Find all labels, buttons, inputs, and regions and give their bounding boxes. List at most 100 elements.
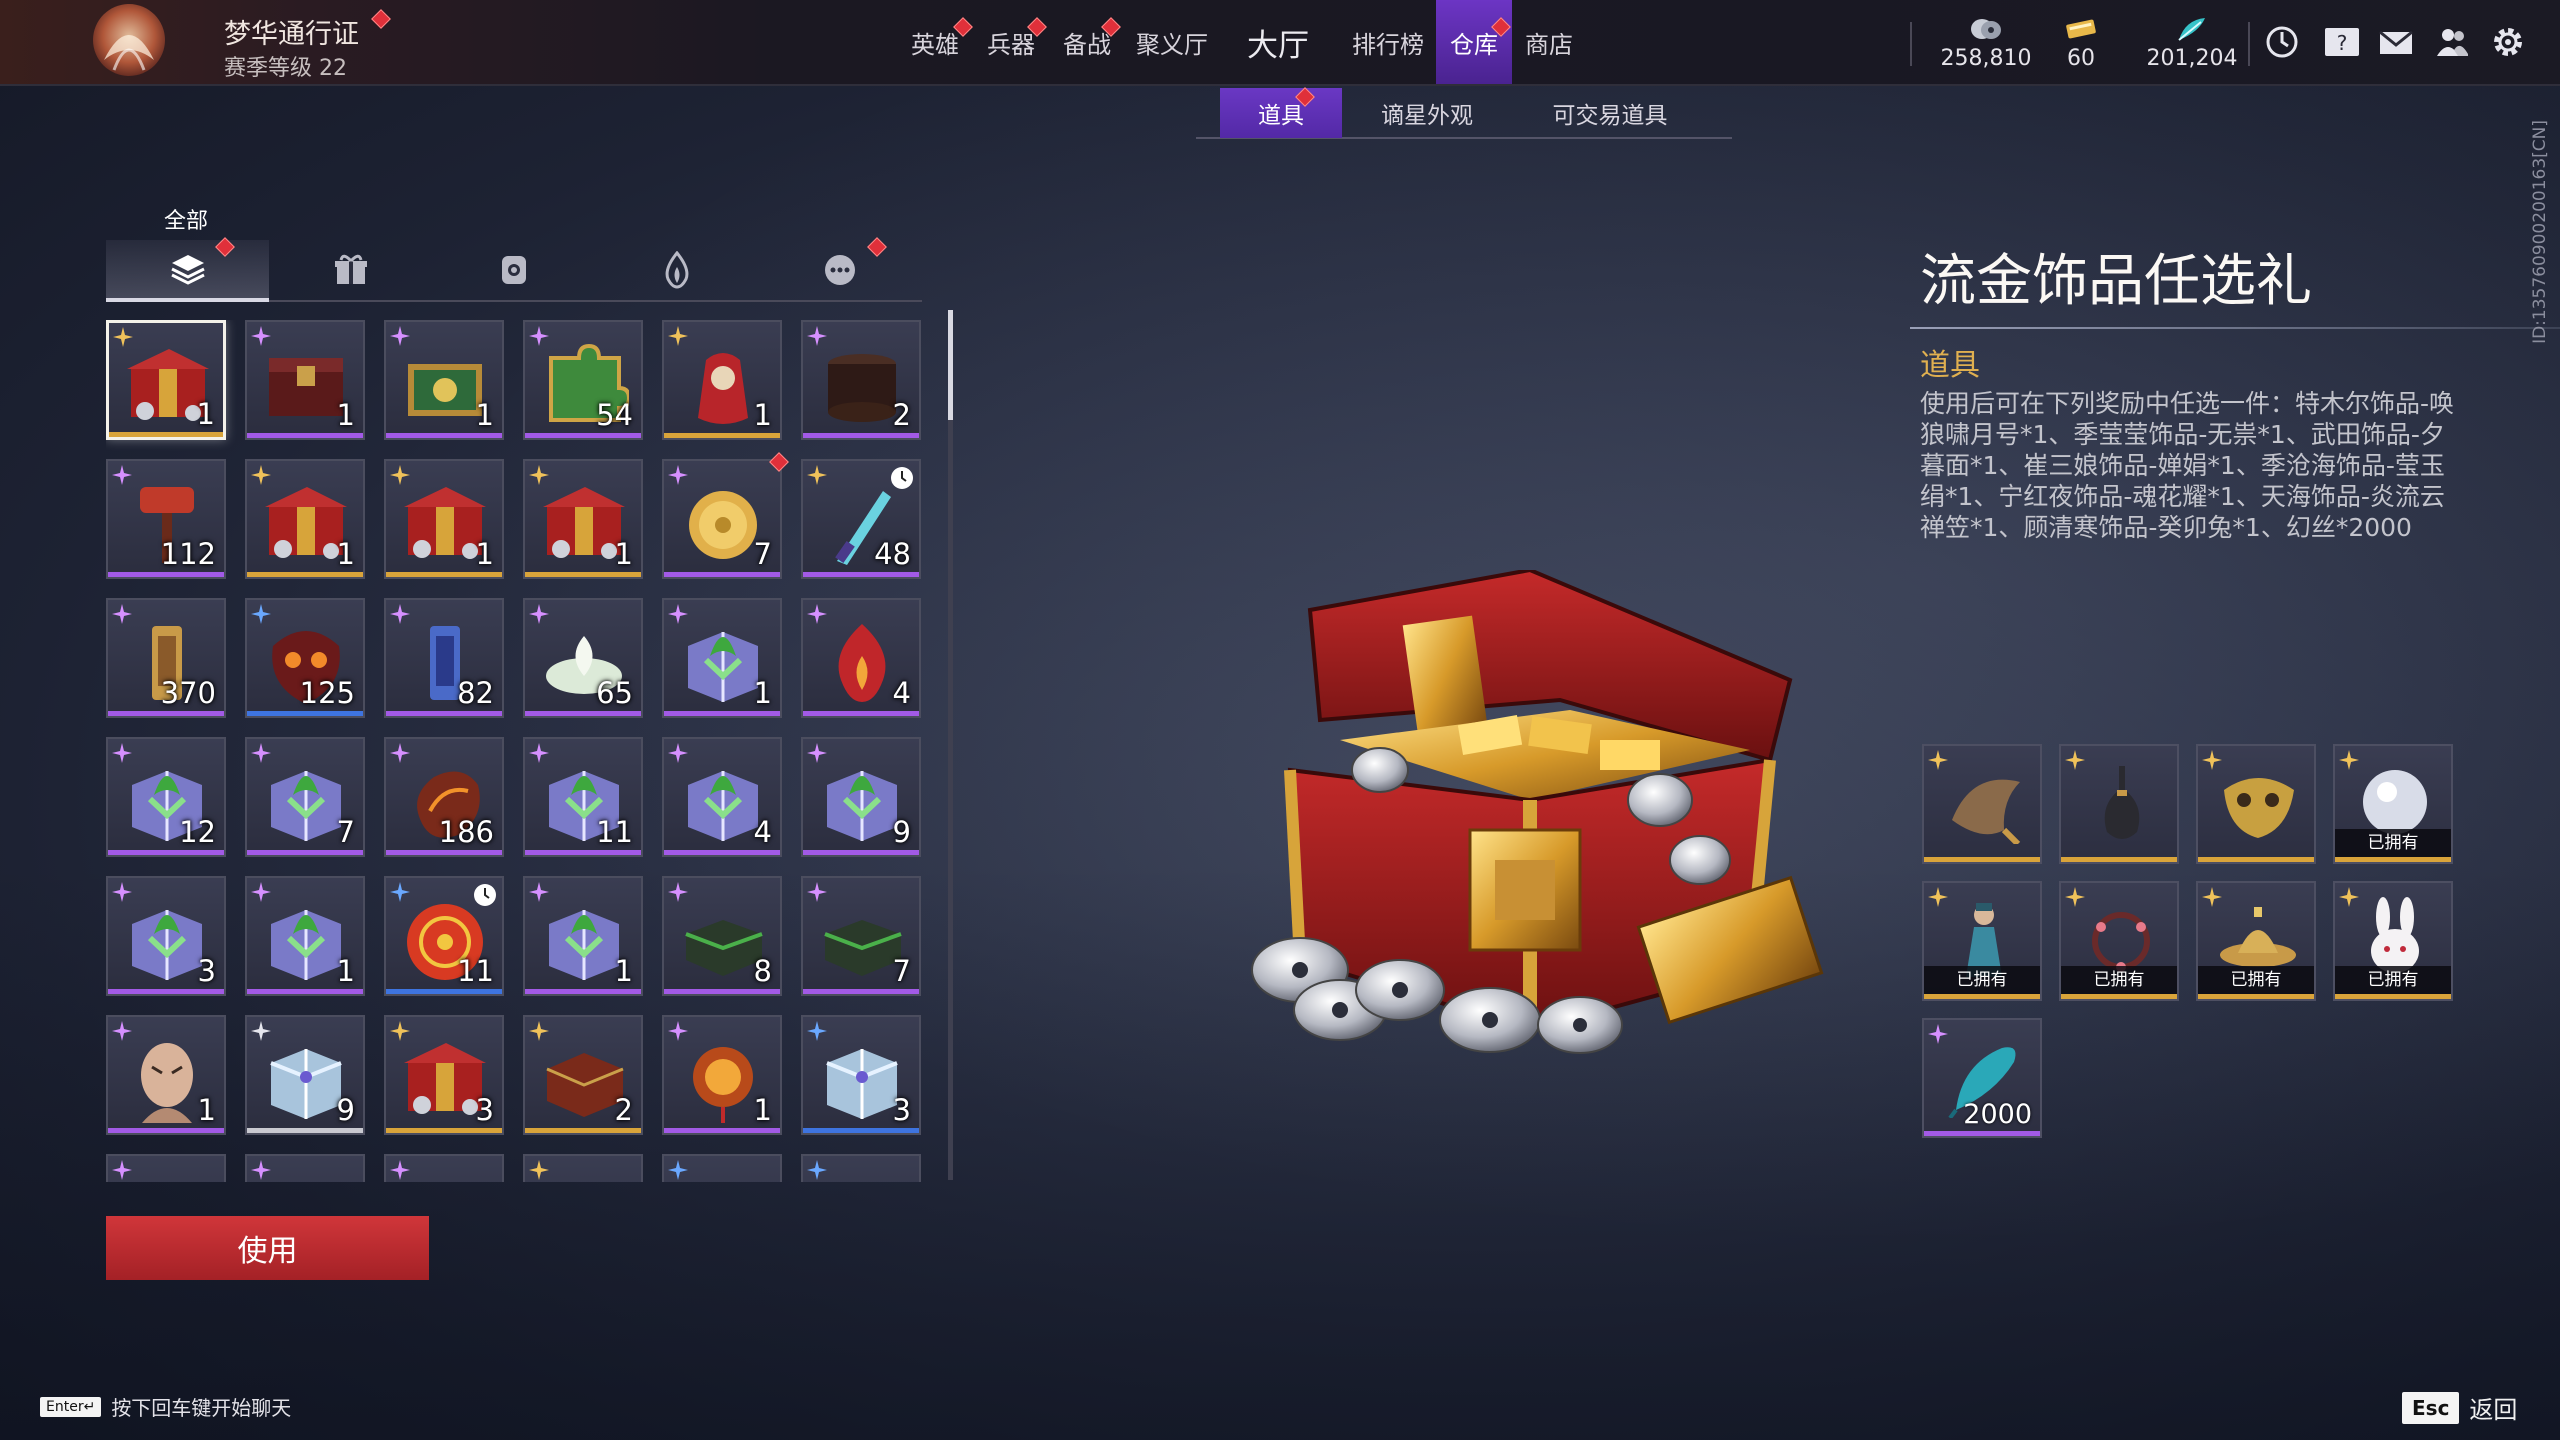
reward-option[interactable]: 已拥有 — [2196, 881, 2316, 1001]
reward-option[interactable] — [2059, 744, 2179, 864]
subtab-items[interactable]: 道具 — [1220, 88, 1342, 138]
rarity-bar — [247, 989, 363, 994]
inventory-slot[interactable] — [106, 1154, 226, 1182]
item-quantity: 1 — [336, 537, 355, 571]
reward-option[interactable] — [1922, 744, 2042, 864]
inventory-slot[interactable]: 1 — [245, 459, 365, 579]
nav-tab-warehouse[interactable]: 仓库 — [1436, 0, 1512, 84]
inventory-slot[interactable] — [523, 1154, 643, 1182]
reward-option[interactable]: 已拥有 — [1922, 881, 2042, 1001]
inventory-slot[interactable]: 11 — [523, 737, 643, 857]
inventory-slot[interactable]: 7 — [662, 459, 782, 579]
svg-text:?: ? — [2337, 31, 2348, 55]
clock-icon[interactable] — [2264, 24, 2300, 60]
inventory-slot[interactable]: 82 — [384, 598, 504, 718]
inventory-slot[interactable]: 8 — [662, 876, 782, 996]
rarity-bar — [2198, 857, 2314, 862]
item-quantity: 125 — [299, 676, 355, 710]
inventory-slot[interactable]: 3 — [106, 876, 226, 996]
currency-tickets[interactable]: 60 — [2048, 0, 2114, 84]
nav-label: 聚义厅 — [1136, 30, 1208, 59]
inventory-slot[interactable]: 112 — [106, 459, 226, 579]
inventory-slot[interactable]: 1 — [523, 876, 643, 996]
inventory-grid[interactable]: 1 1 1 54 1 2 112 1 1 1 7 48 370 125 82 65 1 4 12 7 186 11 4 9 3 1… — [106, 320, 938, 1182]
nav-tab-hall[interactable]: 聚义厅 — [1126, 0, 1218, 84]
reward-option[interactable] — [2196, 744, 2316, 864]
inventory-slot[interactable]: 186 — [384, 737, 504, 857]
reward-option[interactable]: 已拥有 — [2333, 881, 2453, 1001]
item-quantity: 112 — [160, 537, 216, 571]
nav-tab-heroes[interactable]: 英雄 — [902, 0, 968, 84]
rarity-bar — [1924, 857, 2040, 862]
nav-tab-weapons[interactable]: 兵器 — [976, 0, 1046, 84]
inventory-slot[interactable]: 7 — [245, 737, 365, 857]
currency-coins[interactable]: 258,810 — [1936, 0, 2036, 84]
category-tab-gifts[interactable] — [269, 240, 432, 300]
inventory-slot[interactable]: 1 — [662, 1015, 782, 1135]
inventory-slot[interactable]: 1 — [384, 320, 504, 440]
category-tab-other[interactable] — [758, 240, 921, 300]
rarity-bar — [247, 433, 363, 438]
inventory-slot[interactable] — [384, 1154, 504, 1182]
inventory-slot[interactable]: 11 — [384, 876, 504, 996]
inventory-slot[interactable] — [801, 1154, 921, 1182]
inventory-slot[interactable]: 1 — [106, 320, 226, 440]
inventory-slot[interactable]: 54 — [523, 320, 643, 440]
nav-tab-prepare[interactable]: 备战 — [1052, 0, 1122, 84]
reward-option[interactable]: 已拥有 — [2059, 881, 2179, 1001]
inventory-slot[interactable]: 1 — [245, 876, 365, 996]
inventory-slot[interactable]: 12 — [106, 737, 226, 857]
friends-icon[interactable] — [2434, 24, 2470, 60]
use-button[interactable]: 使用 — [106, 1216, 429, 1280]
inventory-slot[interactable]: 370 — [106, 598, 226, 718]
inventory-slot[interactable]: 1 — [384, 459, 504, 579]
inventory-slot[interactable] — [245, 1154, 365, 1182]
back-button[interactable]: Esc 返回 — [2402, 1390, 2517, 1425]
subtab-label: 谪星外观 — [1381, 103, 1473, 129]
inventory-slot[interactable]: 1 — [523, 459, 643, 579]
inventory-slot[interactable]: 1 — [245, 320, 365, 440]
inventory-slot[interactable]: 2 — [801, 320, 921, 440]
reward-option[interactable]: 2000 — [1922, 1018, 2042, 1138]
subtab-tradeable[interactable]: 可交易道具 — [1512, 88, 1708, 138]
nav-tab-shop[interactable]: 商店 — [1516, 0, 1582, 84]
subtab-appearance[interactable]: 谪星外观 — [1346, 88, 1508, 138]
item-quantity: 8 — [753, 954, 772, 988]
reward-option[interactable]: 已拥有 — [2333, 744, 2453, 864]
owned-badge: 已拥有 — [2335, 966, 2451, 994]
item-quantity: 1 — [614, 954, 633, 988]
inventory-slot[interactable]: 9 — [801, 737, 921, 857]
inventory-slot[interactable]: 2 — [523, 1015, 643, 1135]
inventory-slot[interactable]: 4 — [662, 737, 782, 857]
inventory-scrollbar[interactable] — [948, 310, 953, 1180]
category-tab-bags[interactable] — [432, 240, 595, 300]
nav-label: 商店 — [1525, 30, 1573, 59]
inventory-slot[interactable]: 65 — [523, 598, 643, 718]
inventory-slot[interactable]: 3 — [801, 1015, 921, 1135]
category-tab-all[interactable] — [106, 240, 269, 302]
inventory-slot[interactable]: 7 — [801, 876, 921, 996]
rarity-bar — [803, 850, 919, 855]
season-emblem-icon[interactable] — [74, 0, 184, 84]
rarity-bar — [2198, 994, 2314, 999]
inventory-slot[interactable]: 3 — [384, 1015, 504, 1135]
inventory-slot[interactable]: 4 — [801, 598, 921, 718]
help-book-icon[interactable]: ? — [2322, 24, 2362, 60]
mail-icon[interactable] — [2378, 24, 2414, 60]
rarity-bar — [664, 572, 780, 577]
inventory-slot[interactable]: 48 — [801, 459, 921, 579]
currency-feathers[interactable]: 201,204 — [2140, 0, 2244, 84]
scrollbar-thumb[interactable] — [948, 310, 953, 420]
inventory-slot[interactable]: 9 — [245, 1015, 365, 1135]
nav-tab-ranking[interactable]: 排行榜 — [1344, 0, 1432, 84]
category-tab-consumables[interactable] — [595, 240, 758, 300]
inventory-slot[interactable]: 1 — [106, 1015, 226, 1135]
nav-tab-lobby[interactable]: 大厅 — [1236, 0, 1320, 84]
inventory-slot[interactable]: 125 — [245, 598, 365, 718]
inventory-slot[interactable] — [662, 1154, 782, 1182]
settings-gear-icon[interactable] — [2490, 24, 2526, 60]
inventory-slot[interactable]: 1 — [662, 320, 782, 440]
pass-title[interactable]: 梦华通行证 — [224, 12, 359, 51]
inventory-slot[interactable]: 1 — [662, 598, 782, 718]
rarity-bar — [525, 1128, 641, 1133]
